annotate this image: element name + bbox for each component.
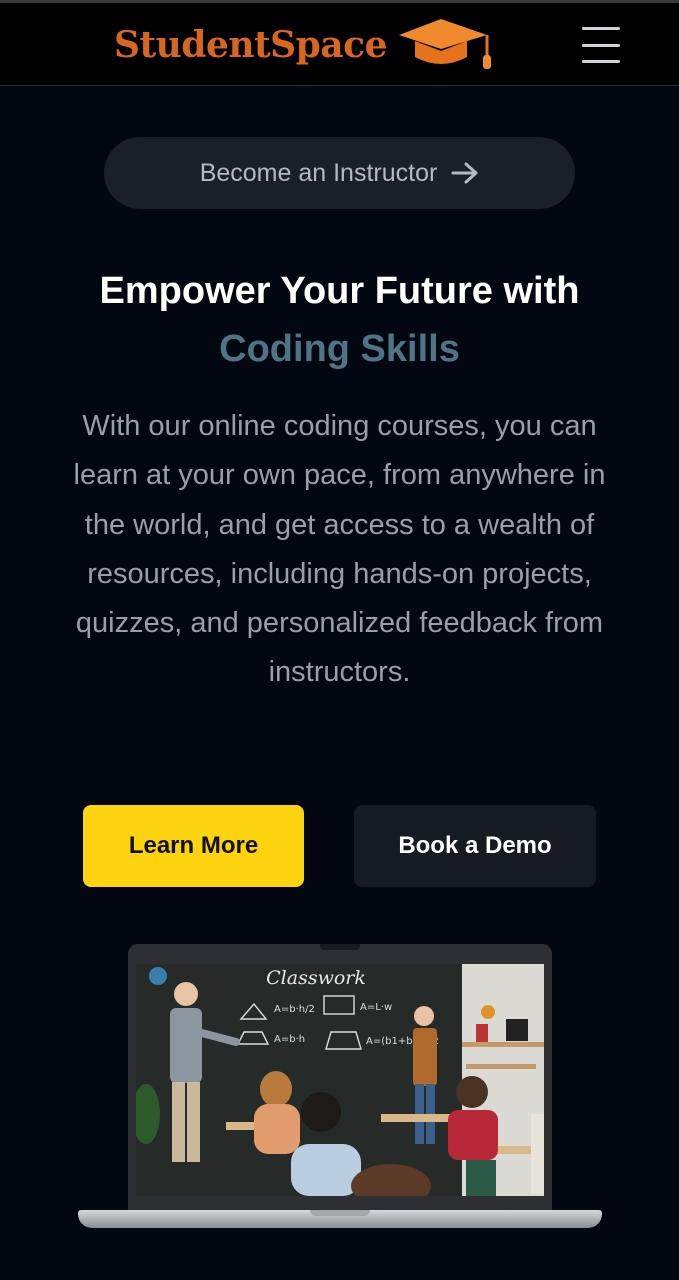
menu-bar	[582, 27, 620, 30]
menu-bar	[582, 60, 620, 63]
headline-accent: Coding Skills	[219, 328, 460, 370]
classroom-scene: Classwork A=b·h/2 A=L·w A=b·h A=(b1+b2)h…	[136, 964, 544, 1196]
formula-2: A=L·w	[360, 1002, 392, 1013]
headline-line1: Empower Your Future with	[99, 270, 580, 312]
logo-text: StudentSpace	[114, 24, 388, 66]
site-header: StudentSpace	[0, 3, 679, 86]
formula-3: A=b·h	[274, 1034, 305, 1045]
formula-1: A=b·h/2	[274, 1004, 315, 1015]
become-instructor-button[interactable]: Become an Instructor	[104, 137, 575, 209]
laptop-illustration: Classwork A=b·h/2 A=L·w A=b·h A=(b1+b2)h…	[78, 944, 602, 1234]
laptop-opening-notch	[310, 1210, 370, 1216]
laptop-camera	[320, 944, 360, 950]
become-instructor-label: Become an Instructor	[199, 158, 438, 187]
graduation-cap-icon	[399, 19, 491, 69]
menu-bar	[582, 43, 620, 47]
hero-headline: Empower Your Future with Coding Skills	[0, 262, 679, 378]
blackboard-title: Classwork	[266, 967, 366, 989]
arrow-right-icon	[451, 162, 478, 184]
book-demo-button[interactable]: Book a Demo	[354, 805, 596, 887]
hero-description: With our online coding courses, you can …	[73, 410, 606, 689]
learn-more-button[interactable]: Learn More	[83, 805, 304, 887]
hamburger-menu-icon[interactable]	[582, 27, 620, 63]
brand-logo[interactable]: StudentSpace	[114, 17, 499, 73]
classroom-photo: Classwork A=b·h/2 A=L·w A=b·h A=(b1+b2)h…	[136, 964, 544, 1196]
